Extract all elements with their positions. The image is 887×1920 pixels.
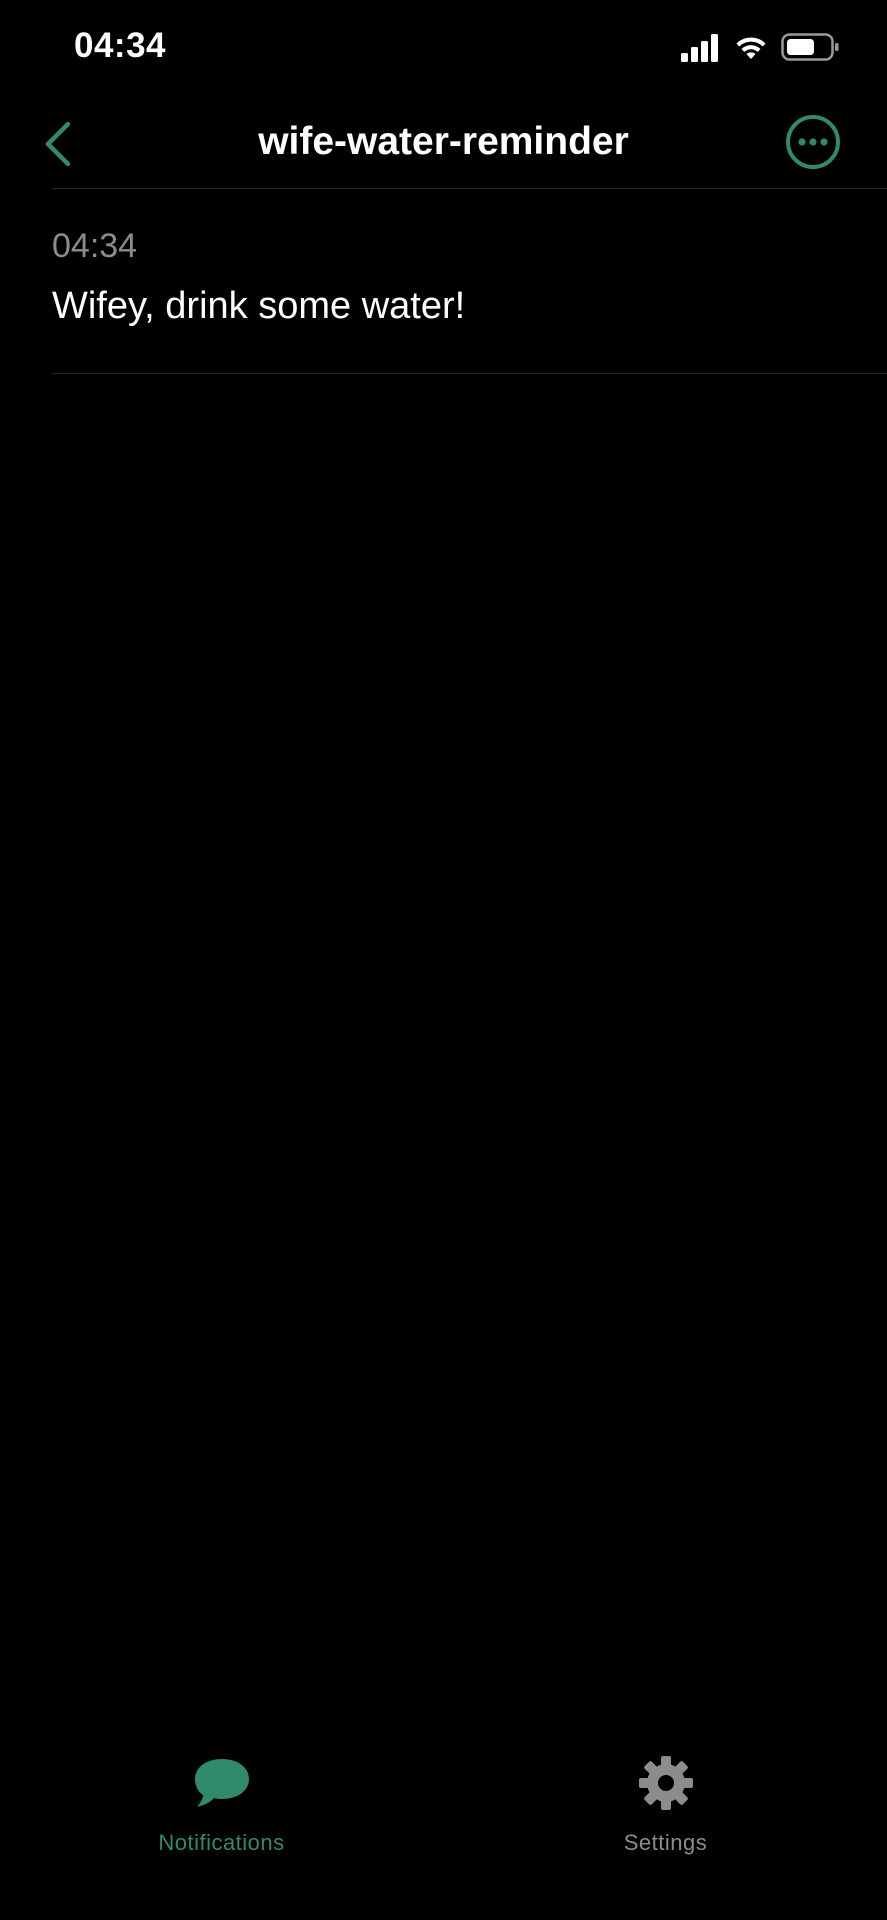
message-list: 04:34 Wifey, drink some water! — [0, 189, 887, 374]
message-item[interactable]: 04:34 Wifey, drink some water! — [0, 189, 887, 374]
more-options-button[interactable] — [784, 113, 842, 171]
status-icons — [681, 32, 841, 64]
message-text: Wifey, drink some water! — [52, 285, 466, 327]
status-bar: 04:34 — [0, 0, 887, 100]
ellipsis-circle-icon — [786, 115, 840, 169]
page-title: wife-water-reminder — [258, 120, 629, 163]
battery-icon — [781, 33, 839, 61]
gear-icon — [638, 1756, 693, 1810]
message-time: 04:34 — [52, 227, 138, 265]
tab-settings[interactable]: Settings — [444, 1740, 887, 1855]
chat-bubble-icon — [194, 1759, 249, 1807]
wifi-icon — [736, 37, 766, 59]
tab-bar: Notifications Settings — [0, 1740, 887, 1920]
tab-settings-label: Settings — [623, 1830, 708, 1855]
tab-notifications-label: Notifications — [158, 1830, 285, 1855]
cellular-signal-icon — [681, 34, 718, 62]
message-divider — [52, 373, 887, 374]
navigation-bar: wife-water-reminder — [0, 100, 887, 189]
status-time: 04:34 — [74, 26, 167, 65]
tab-notifications[interactable]: Notifications — [0, 1740, 443, 1855]
